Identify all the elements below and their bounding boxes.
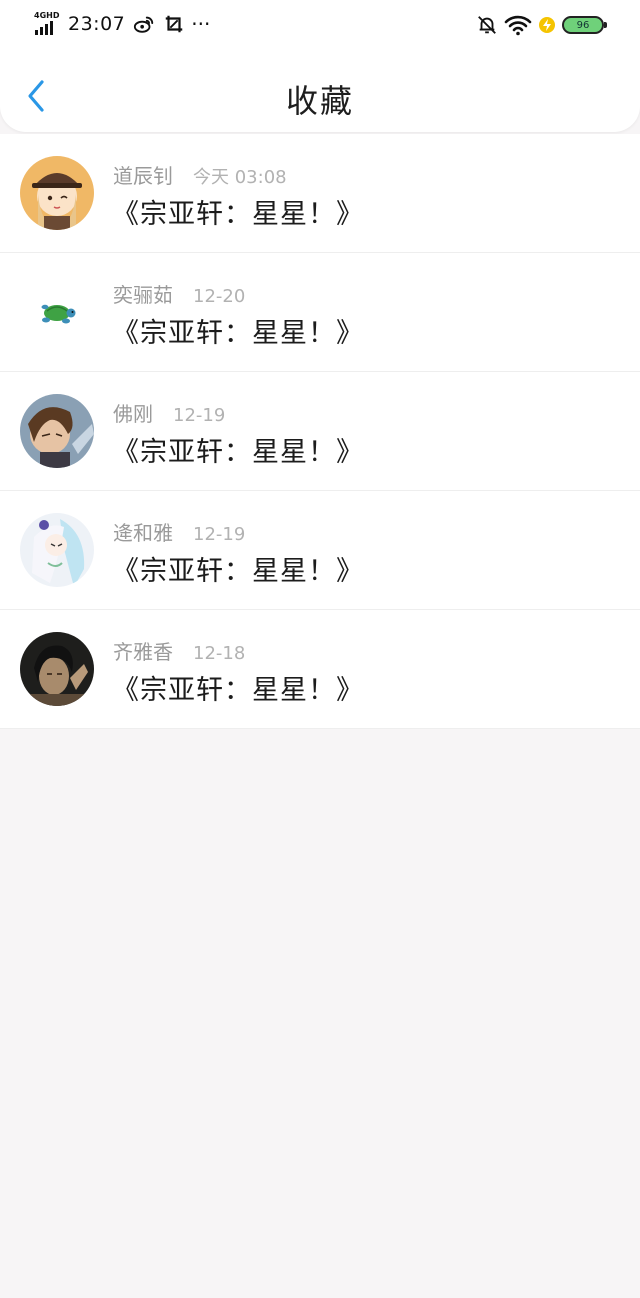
signal-icon: 4GHD <box>34 10 64 38</box>
avatar[interactable] <box>20 156 94 230</box>
nav-bar: 收藏 <box>0 56 640 132</box>
divider <box>0 728 640 729</box>
favorite-time: 12-20 <box>193 286 246 307</box>
item-title: 《宗亚轩：星星！》 <box>112 318 364 349</box>
author-name: 奕骊茹 <box>113 283 173 307</box>
weibo-icon <box>134 16 154 33</box>
status-time: 23:07 <box>68 13 126 35</box>
item-title: 《宗亚轩：星星！》 <box>112 437 364 468</box>
favorites-screen: 4GHD 23:07 ··· 96 收藏 道辰钊 今天 03:08 《宗亚轩：星… <box>0 0 640 1298</box>
item-title: 《宗亚轩：星星！》 <box>112 675 364 706</box>
author-name: 逄和雅 <box>113 521 173 545</box>
battery-level: 96 <box>576 19 590 31</box>
favorite-item[interactable]: 奕骊茹 12-20 《宗亚轩：星星！》 <box>0 253 640 372</box>
item-meta: 奕骊茹 12-20 <box>113 279 245 308</box>
favorite-item[interactable]: 齐雅香 12-18 《宗亚轩：星星！》 <box>0 610 640 729</box>
avatar[interactable] <box>20 275 94 349</box>
favorite-item[interactable]: 道辰钊 今天 03:08 《宗亚轩：星星！》 <box>0 134 640 253</box>
header: 4GHD 23:07 ··· 96 收藏 <box>0 0 640 132</box>
bell-muted-icon <box>478 16 496 34</box>
favorite-time: 12-18 <box>193 643 246 664</box>
wifi-icon <box>504 15 532 36</box>
favorite-item[interactable]: 逄和雅 12-19 《宗亚轩：星星！》 <box>0 491 640 610</box>
item-meta: 逄和雅 12-19 <box>113 517 245 546</box>
charging-icon <box>539 17 555 33</box>
page-title: 收藏 <box>285 82 354 120</box>
network-sub-label: HD <box>46 11 60 20</box>
status-right: 96 <box>476 12 607 38</box>
author-name: 道辰钊 <box>113 164 173 188</box>
anime-girl-hat-avatar <box>20 156 94 230</box>
avatar[interactable] <box>20 632 94 706</box>
avatar[interactable] <box>20 394 94 468</box>
anime-boy-avatar <box>20 394 94 468</box>
item-title: 《宗亚轩：星星！》 <box>112 556 364 587</box>
status-left: 4GHD 23:07 ··· <box>34 10 210 38</box>
author-name: 佛刚 <box>113 402 153 426</box>
item-meta: 齐雅香 12-18 <box>113 636 245 665</box>
battery-icon: 96 <box>562 16 607 34</box>
author-name: 齐雅香 <box>113 640 173 664</box>
item-title: 《宗亚轩：星星！》 <box>112 199 364 230</box>
favorite-time: 12-19 <box>173 405 226 426</box>
photo-person-avatar <box>20 632 94 706</box>
status-bar: 4GHD 23:07 ··· 96 <box>0 0 640 48</box>
turtle-avatar <box>20 275 94 349</box>
more-dots-icon: ··· <box>191 12 211 36</box>
item-meta: 道辰钊 今天 03:08 <box>113 160 287 189</box>
favorite-time: 12-19 <box>193 524 246 545</box>
avatar[interactable] <box>20 513 94 587</box>
network-label: 4G <box>34 11 47 20</box>
favorite-item[interactable]: 佛刚 12-19 《宗亚轩：星星！》 <box>0 372 640 491</box>
anime-white-hair-avatar <box>20 513 94 587</box>
favorites-list: 道辰钊 今天 03:08 《宗亚轩：星星！》 奕骊茹 12-20 《宗亚轩：星星… <box>0 134 640 729</box>
item-meta: 佛刚 12-19 <box>113 398 225 427</box>
screenshot-icon <box>166 15 183 33</box>
favorite-time: 今天 03:08 <box>193 167 287 188</box>
